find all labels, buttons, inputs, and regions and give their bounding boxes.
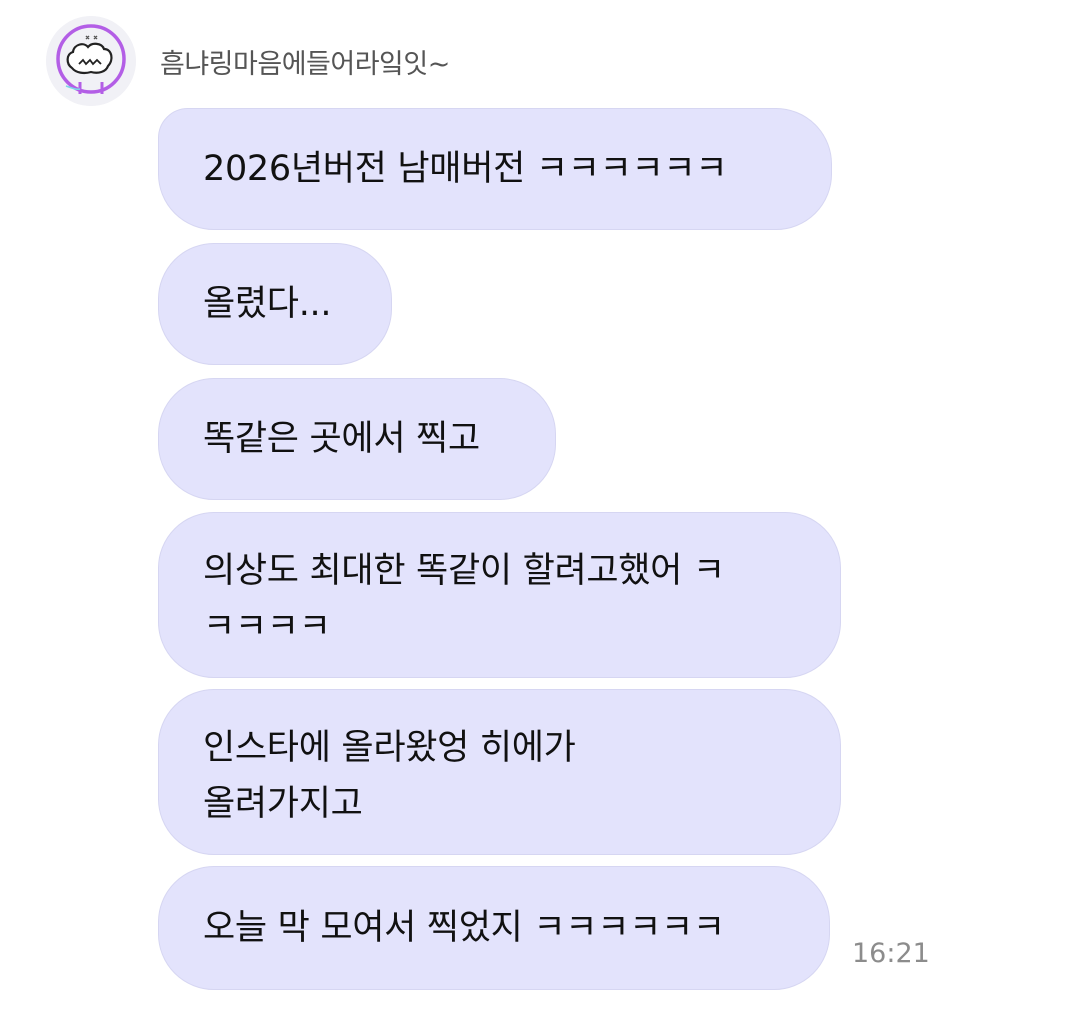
message-bubble[interactable]: 의상도 최대한 똑같이 할려고했어 ㅋ ㅋㅋㅋㅋ xyxy=(158,512,841,678)
sender-avatar[interactable] xyxy=(46,16,136,106)
message-timestamp: 16:21 xyxy=(852,938,930,969)
message-text-line: 올려가지고 xyxy=(203,784,363,824)
chat-message-group: 흠냐링마음에들어라잌잇~ 2026년버전 남매버전 ㅋㅋㅋㅋㅋㅋ 올렸다... … xyxy=(0,0,1080,1024)
message-text: 오늘 막 모여서 찍었지 ㅋㅋㅋㅋㅋㅋ xyxy=(203,908,725,948)
message-text-line: ㅋㅋㅋㅋ xyxy=(203,607,331,647)
cartoon-character-icon xyxy=(46,16,136,106)
message-text-line: 인스타에 올라왔엉 히에가 xyxy=(203,728,576,768)
message-bubble[interactable]: 똑같은 곳에서 찍고 xyxy=(158,378,556,500)
sender-name: 흠냐링마음에들어라잌잇~ xyxy=(160,49,450,80)
message-bubble[interactable]: 2026년버전 남매버전 ㅋㅋㅋㅋㅋㅋ xyxy=(158,108,832,230)
message-text: 2026년버전 남매버전 ㅋㅋㅋㅋㅋㅋ xyxy=(203,149,728,189)
message-text: 똑같은 곳에서 찍고 xyxy=(203,419,480,459)
message-bubble[interactable]: 오늘 막 모여서 찍었지 ㅋㅋㅋㅋㅋㅋ xyxy=(158,866,830,990)
message-text-line: 의상도 최대한 똑같이 할려고했어 ㅋ xyxy=(203,551,725,591)
message-bubble[interactable]: 올렸다... xyxy=(158,243,392,365)
message-text: 올렸다... xyxy=(203,284,332,324)
message-bubble[interactable]: 인스타에 올라왔엉 히에가 올려가지고 xyxy=(158,689,841,855)
